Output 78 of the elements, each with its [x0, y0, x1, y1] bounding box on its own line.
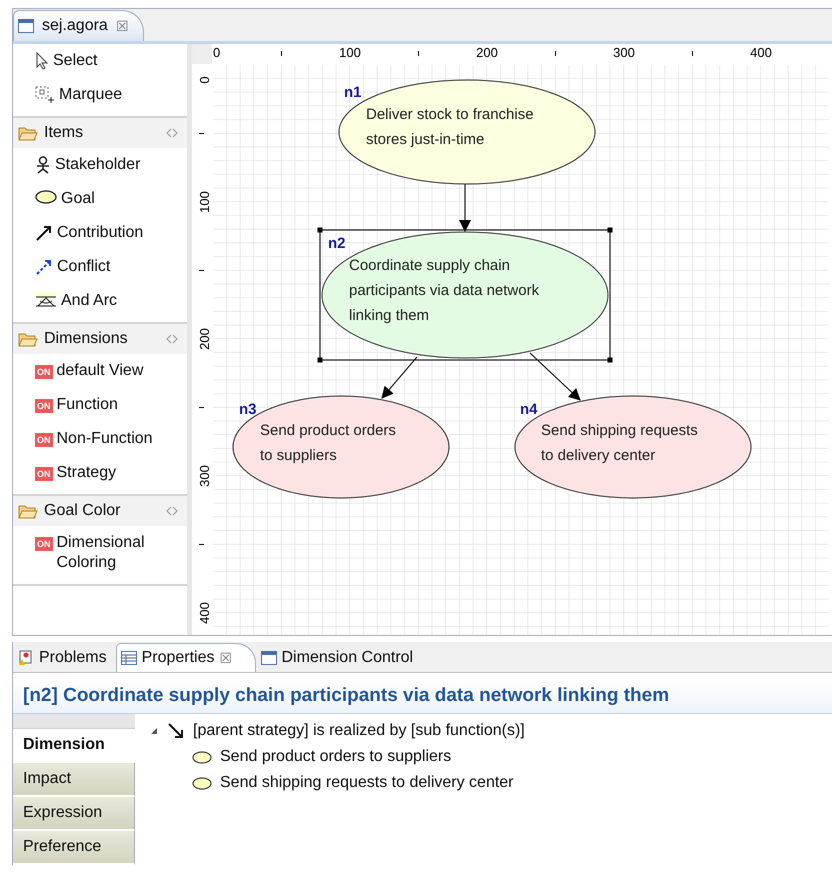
- palette-drawer[interactable]: Items: [13, 118, 187, 148]
- folder-icon: [18, 503, 38, 519]
- palette-tool[interactable]: Goal: [13, 182, 187, 216]
- palette-drawer[interactable]: Goal Color: [13, 496, 187, 526]
- palette-tool[interactable]: Stakeholder: [13, 148, 187, 182]
- section-tab[interactable]: Expression: [13, 797, 135, 831]
- collapse-icon[interactable]: [165, 506, 179, 516]
- node-id: n4: [520, 401, 538, 418]
- view-tab[interactable]: Problems: [13, 643, 116, 672]
- ellipse-icon: [35, 190, 57, 204]
- tab-title: sej.agora: [42, 17, 108, 35]
- view-tab[interactable]: Dimension Control: [256, 643, 422, 672]
- table-icon: [120, 651, 137, 665]
- expand-toggle-icon[interactable]: [149, 726, 159, 736]
- ruler-label: 400: [197, 602, 212, 624]
- ruler-label: 200: [197, 328, 212, 350]
- on-badge: ON: [35, 467, 52, 481]
- collapse-icon[interactable]: [165, 128, 179, 138]
- connector-arrow[interactable]: [381, 356, 418, 399]
- tree-item[interactable]: Send shipping requests to delivery center: [220, 774, 514, 792]
- close-icon[interactable]: ☒: [220, 650, 232, 666]
- palette-tool[interactable]: ON Strategy: [13, 456, 187, 490]
- ruler-label: 100: [339, 45, 361, 60]
- section-tab[interactable]: Preference: [13, 831, 135, 865]
- connector-arrow[interactable]: [459, 184, 471, 232]
- node-id: n3: [239, 401, 257, 418]
- ellipse-icon: [192, 750, 212, 764]
- person-icon: [35, 156, 51, 174]
- node-text: Send product orders to suppliers: [260, 422, 396, 464]
- palette-tool[interactable]: Contribution: [13, 216, 187, 250]
- close-icon[interactable]: ☒: [116, 18, 129, 34]
- ruler-label: 100: [197, 191, 212, 213]
- ruler-label: 0: [197, 76, 212, 84]
- connector-arrow[interactable]: [530, 352, 581, 401]
- ruler-label: 300: [197, 465, 212, 487]
- on-badge: ON: [35, 365, 52, 379]
- palette-tool[interactable]: ON Dimensional Coloring: [13, 526, 187, 580]
- goal-node[interactable]: [514, 396, 752, 498]
- on-badge: ON: [35, 433, 52, 447]
- on-badge: ON: [35, 399, 52, 413]
- palette-drawer[interactable]: Dimensions: [13, 324, 187, 354]
- palette-tool[interactable]: Select: [13, 44, 187, 78]
- pointer-icon: [35, 52, 49, 70]
- window-icon: [260, 651, 276, 665]
- ruler-label: 300: [613, 45, 635, 60]
- folder-icon: [18, 331, 38, 347]
- section-tab[interactable]: Impact: [13, 763, 135, 797]
- marquee-icon: [35, 86, 55, 104]
- tree-item[interactable]: Send product orders to suppliers: [220, 748, 452, 766]
- node-text: Coordinate supply chain participants via data network linking them: [349, 257, 540, 324]
- view-tab[interactable]: Properties ☒: [116, 643, 256, 672]
- goal-node[interactable]: [232, 396, 450, 498]
- node-text: Deliver stock to franchise stores just-in-time: [366, 106, 534, 148]
- node-id: n1: [344, 84, 362, 101]
- arrow-icon: [35, 224, 53, 242]
- ruler-label: 0: [213, 45, 220, 60]
- ellipse-icon: [192, 776, 212, 790]
- on-badge: ON: [35, 537, 52, 551]
- palette-tool[interactable]: Marquee: [13, 78, 187, 112]
- problems-icon: [18, 650, 34, 666]
- palette-tool[interactable]: ON default View: [13, 354, 187, 388]
- editor-tab[interactable]: sej.agora ☒: [13, 10, 144, 41]
- folder-icon: [18, 125, 38, 141]
- palette-tool[interactable]: ON Non-Function: [13, 422, 187, 456]
- collapse-icon[interactable]: [165, 334, 179, 344]
- window-icon: [18, 19, 34, 33]
- and-arc-icon: [35, 292, 57, 308]
- arrow-icon: [167, 722, 185, 740]
- palette-tool[interactable]: And Arc: [13, 284, 187, 318]
- palette-tool[interactable]: ON Function: [13, 388, 187, 422]
- ruler-label: 200: [476, 45, 498, 60]
- dashed-arrow-icon: [35, 258, 53, 276]
- tree-item[interactable]: [parent strategy] is realized by [sub function(s)]: [193, 722, 525, 740]
- node-id: n2: [328, 235, 346, 252]
- palette-tool[interactable]: Conflict: [13, 250, 187, 284]
- node-text: Send shipping requests to delivery center: [541, 422, 698, 464]
- goal-node[interactable]: [338, 80, 596, 184]
- ruler-label: 400: [750, 45, 772, 60]
